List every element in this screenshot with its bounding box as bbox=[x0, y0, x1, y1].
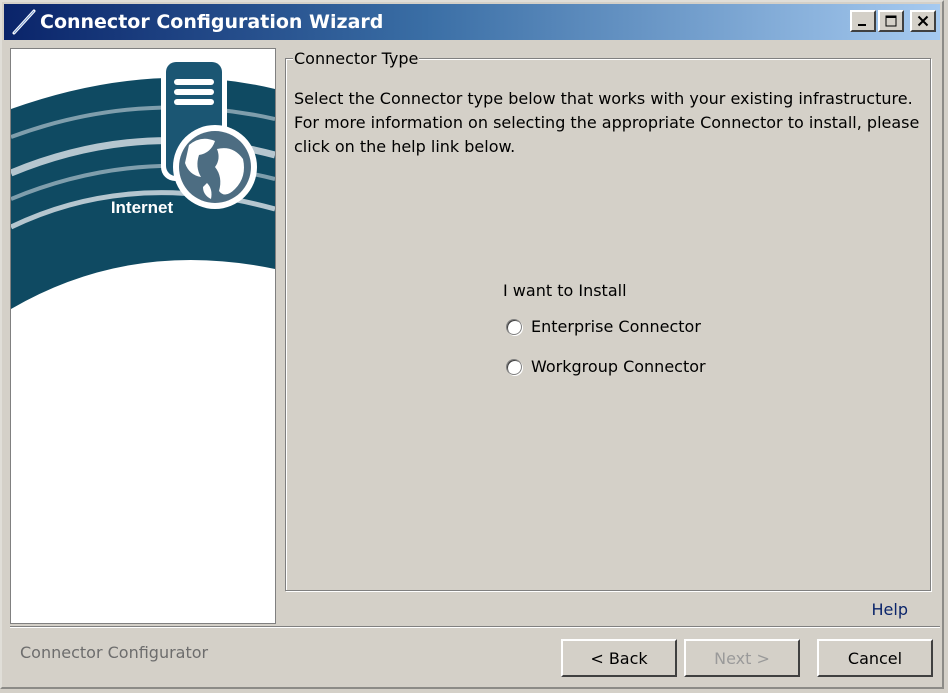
minimize-icon bbox=[858, 24, 866, 26]
back-button[interactable]: < Back bbox=[561, 639, 677, 677]
wizard-window: Connector Configuration Wizard Internet … bbox=[0, 0, 944, 689]
internet-graphic: Internet bbox=[11, 57, 275, 309]
enterprise-connector-label[interactable]: Enterprise Connector bbox=[531, 317, 701, 336]
minimize-button[interactable] bbox=[850, 10, 876, 32]
window-title: Connector Configuration Wizard bbox=[40, 11, 384, 33]
maximize-icon bbox=[885, 15, 897, 27]
connector-type-group: Connector Type Select the Connector type… bbox=[285, 49, 931, 591]
maximize-button[interactable] bbox=[878, 10, 904, 32]
install-label: I want to Install bbox=[503, 281, 627, 300]
next-button[interactable]: Next > bbox=[684, 639, 800, 677]
help-link[interactable]: Help bbox=[872, 600, 908, 619]
connector-type-description: Select the Connector type below that wor… bbox=[294, 89, 920, 156]
workgroup-connector-radio[interactable] bbox=[506, 358, 522, 375]
close-button[interactable] bbox=[910, 10, 936, 32]
enterprise-connector-option[interactable]: Enterprise Connector bbox=[506, 317, 701, 336]
status-text: Connector Configurator bbox=[20, 643, 209, 662]
group-title: Connector Type bbox=[293, 49, 420, 68]
internet-label: Internet bbox=[111, 198, 174, 217]
workgroup-connector-option[interactable]: Workgroup Connector bbox=[506, 357, 706, 376]
wizard-sidebar-graphic: Internet bbox=[10, 48, 276, 624]
close-icon bbox=[917, 15, 929, 27]
title-buttons bbox=[850, 10, 936, 32]
title-bar[interactable]: Connector Configuration Wizard bbox=[4, 4, 940, 40]
connector-type-panel: Connector Type Select the Connector type… bbox=[279, 48, 938, 624]
wizard-app-icon bbox=[12, 9, 36, 35]
globe-icon bbox=[173, 125, 257, 209]
enterprise-connector-radio[interactable] bbox=[506, 318, 522, 335]
workgroup-connector-label[interactable]: Workgroup Connector bbox=[531, 357, 706, 376]
wizard-footer: Connector Configurator < Back Next > Can… bbox=[10, 626, 940, 685]
cancel-button[interactable]: Cancel bbox=[817, 639, 933, 677]
